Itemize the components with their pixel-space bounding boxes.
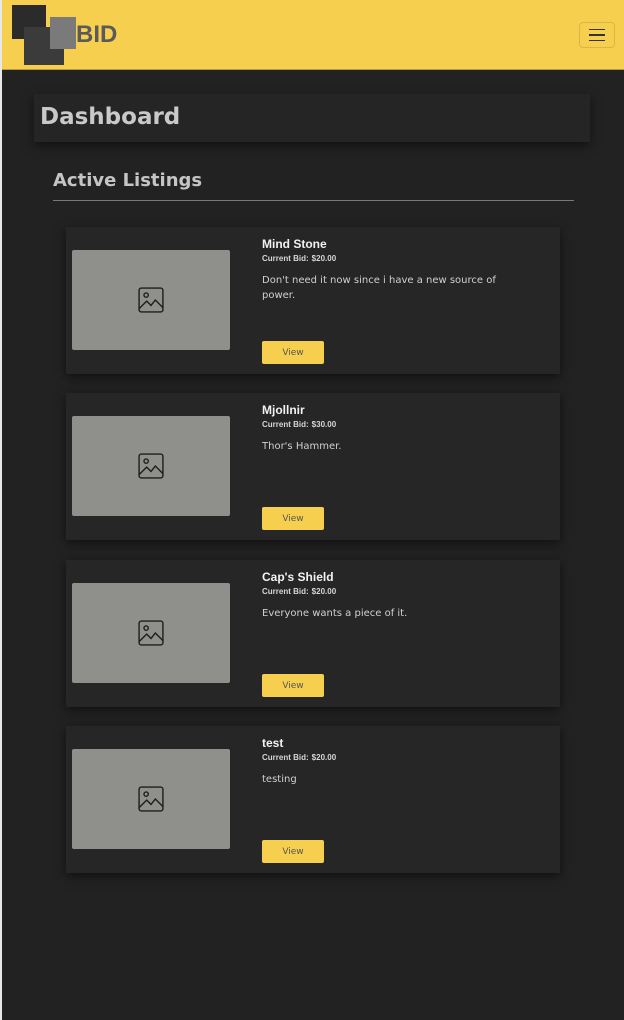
view-listing-button[interactable]: View xyxy=(262,507,324,530)
page-edge xyxy=(0,0,2,1020)
view-listing-button[interactable]: View xyxy=(262,840,324,863)
listing-current-bid: Current Bid: $30.00 xyxy=(262,420,336,429)
listing-title[interactable]: Mjollnir xyxy=(262,403,305,417)
listing-current-bid: Current Bid: $20.00 xyxy=(262,753,336,762)
current-bid-value: $20.00 xyxy=(311,254,337,263)
listing-card: test Current Bid: $20.00 testing View xyxy=(66,726,560,873)
current-bid-label: Current Bid: xyxy=(262,753,309,762)
current-bid-value: $20.00 xyxy=(311,587,337,596)
listing-title[interactable]: test xyxy=(262,736,283,750)
listing-image[interactable] xyxy=(72,583,230,683)
listing-card: Mind Stone Current Bid: $20.00 Don't need… xyxy=(66,227,560,374)
section-divider xyxy=(53,200,574,201)
listing-title[interactable]: Mind Stone xyxy=(262,237,327,251)
listing-card: Mjollnir Current Bid: $30.00 Thor's Hamme… xyxy=(66,393,560,540)
hamburger-menu-icon xyxy=(589,28,605,31)
listing-card: Cap's Shield Current Bid: $20.00 Everyone… xyxy=(66,560,560,707)
top-navbar: BID xyxy=(2,0,624,70)
view-listing-button[interactable]: View xyxy=(262,341,324,364)
image-placeholder-icon xyxy=(138,620,164,646)
listing-description: testing xyxy=(262,774,297,785)
dashboard-header: Dashboard xyxy=(34,94,590,142)
image-placeholder-icon xyxy=(138,287,164,313)
current-bid-value: $30.00 xyxy=(311,420,337,429)
listing-current-bid: Current Bid: $20.00 xyxy=(262,254,336,263)
current-bid-label: Current Bid: xyxy=(262,587,309,596)
section-title: Active Listings xyxy=(53,170,203,191)
listing-image[interactable] xyxy=(72,416,230,516)
listing-title[interactable]: Cap's Shield xyxy=(262,570,334,584)
image-placeholder-icon xyxy=(138,453,164,479)
current-bid-value: $20.00 xyxy=(311,753,337,762)
view-listing-button[interactable]: View xyxy=(262,674,324,697)
logo-square-light xyxy=(50,17,76,49)
listing-current-bid: Current Bid: $20.00 xyxy=(262,587,336,596)
current-bid-label: Current Bid: xyxy=(262,254,309,263)
page-title: Dashboard xyxy=(40,104,181,130)
logo-text: BID xyxy=(76,21,118,48)
current-bid-label: Current Bid: xyxy=(262,420,309,429)
listing-image[interactable] xyxy=(72,749,230,849)
image-placeholder-icon xyxy=(138,786,164,812)
listing-description: Everyone wants a piece of it. xyxy=(262,608,408,619)
listing-description: Don't need it now since i have a new sou… xyxy=(262,275,496,301)
listing-image[interactable] xyxy=(72,250,230,350)
listing-description: Thor's Hammer. xyxy=(262,441,342,452)
site-logo[interactable]: BID xyxy=(12,5,122,67)
hamburger-menu-icon xyxy=(589,39,605,42)
navbar-toggle-button[interactable] xyxy=(579,22,615,48)
hamburger-menu-icon xyxy=(589,34,605,36)
